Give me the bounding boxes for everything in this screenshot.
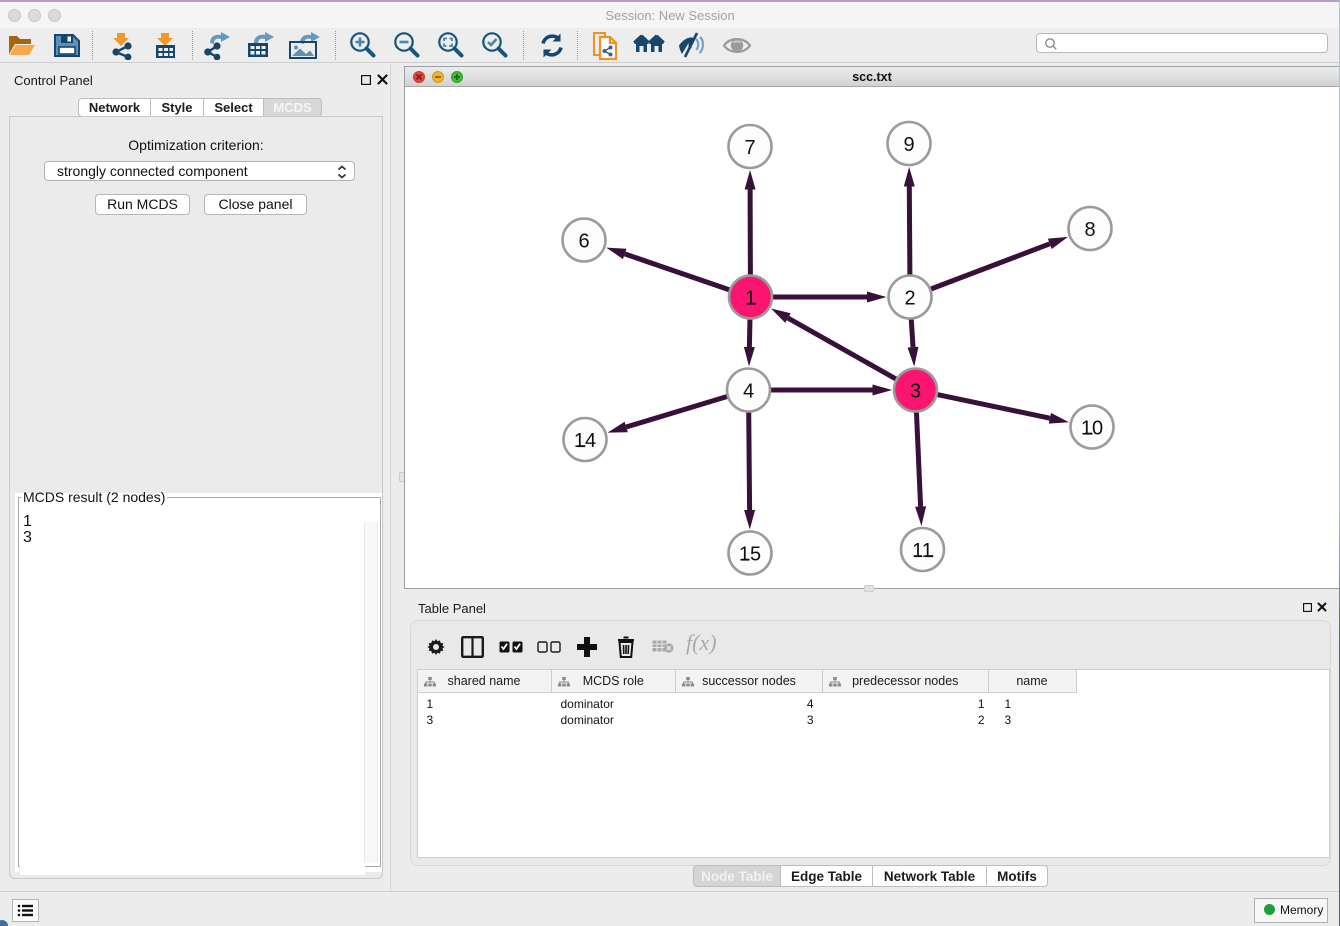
svg-text:8: 8 (1084, 219, 1095, 241)
svg-text:14: 14 (574, 430, 596, 452)
svg-text:9: 9 (903, 134, 914, 156)
svg-text:11: 11 (912, 540, 933, 562)
svg-text:4: 4 (743, 381, 754, 403)
svg-text:10: 10 (1081, 418, 1103, 440)
svg-text:1: 1 (745, 288, 756, 310)
svg-text:2: 2 (904, 288, 915, 310)
svg-text:7: 7 (744, 137, 755, 159)
svg-text:6: 6 (578, 231, 589, 253)
svg-text:15: 15 (739, 544, 761, 566)
svg-text:3: 3 (910, 381, 921, 403)
